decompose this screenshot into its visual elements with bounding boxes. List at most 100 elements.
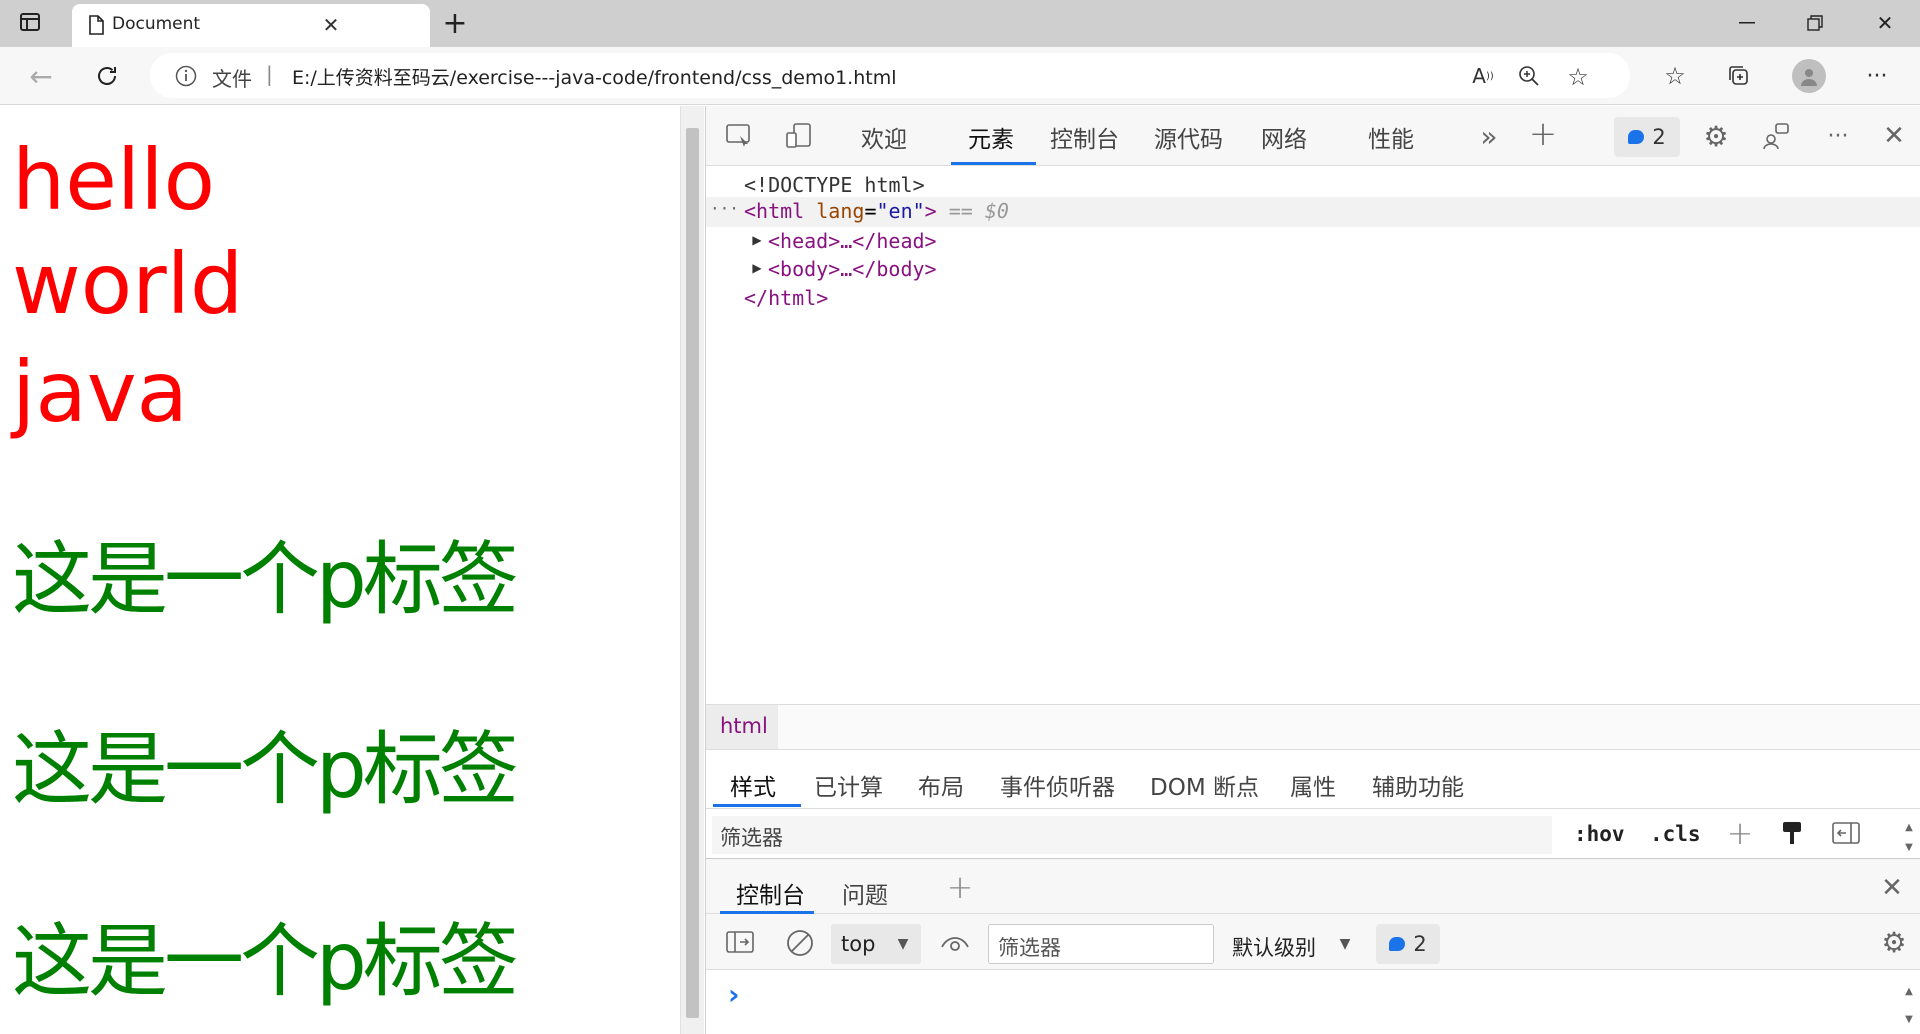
page-content: hello world java 这是一个p标签 这是一个p标签 这是一个p标签	[0, 106, 680, 1034]
p-tag-paragraph: 这是一个p标签	[12, 723, 519, 816]
styles-filter-input[interactable]	[712, 816, 1552, 854]
tab-performance[interactable]: 性能	[1368, 120, 1414, 154]
refresh-icon[interactable]	[92, 61, 122, 91]
issues-count: 2	[1652, 125, 1666, 149]
tab-network[interactable]: 网络	[1261, 120, 1307, 154]
collections-icon[interactable]	[1724, 61, 1754, 91]
back-icon[interactable]: ←	[26, 60, 56, 93]
dom-html-open[interactable]: <html lang="en"> == $0	[744, 199, 1009, 223]
tab-sources[interactable]: 源代码	[1154, 120, 1223, 154]
breadcrumb-html[interactable]: html	[720, 714, 768, 738]
address-bar[interactable]: 文件 | E:/上传资料至码云/exercise---java-code/fro…	[150, 53, 1630, 98]
url-text[interactable]: E:/上传资料至码云/exercise---java-code/frontend…	[292, 63, 897, 90]
scrollbar-thumb[interactable]	[686, 128, 699, 1018]
profile-avatar[interactable]	[1792, 59, 1826, 93]
add-favorite-icon[interactable]: ☆	[1564, 63, 1592, 91]
styles-scroll-down-icon[interactable]: ▼	[1902, 840, 1916, 854]
new-style-rule-icon[interactable]: +	[1724, 814, 1756, 852]
styles-divider	[706, 808, 1920, 809]
add-tab-icon[interactable]: +	[1528, 114, 1558, 154]
address-separator: |	[266, 62, 273, 86]
devtools-more-icon[interactable]: ···	[1822, 120, 1854, 152]
message-bubble-icon	[1389, 937, 1406, 951]
zoom-icon[interactable]	[1516, 63, 1542, 89]
feedback-icon[interactable]	[1760, 120, 1792, 152]
info-icon[interactable]	[174, 64, 198, 88]
active-tab-underline	[951, 162, 1036, 165]
console-scroll-down-icon[interactable]: ▼	[1902, 1012, 1916, 1026]
favorites-icon[interactable]: ☆	[1660, 61, 1690, 91]
new-tab-icon[interactable]: +	[440, 6, 470, 41]
more-menu-icon[interactable]: ···	[1862, 61, 1892, 91]
dom-doctype[interactable]: <!DOCTYPE html>	[744, 173, 925, 197]
devtools-toolbar: 欢迎 元素 控制台 源代码 网络 性能 » + 2 ⚙ ··· ✕	[706, 106, 1920, 166]
hov-button[interactable]: :hov	[1574, 822, 1625, 846]
tab-title: Document	[112, 14, 201, 34]
document-icon	[86, 14, 106, 36]
red-line: hello	[12, 131, 215, 229]
page-scrollbar[interactable]	[680, 106, 704, 1034]
console-scroll-up-icon[interactable]: ▲	[1902, 984, 1916, 998]
inspect-element-icon[interactable]	[724, 122, 754, 150]
context-dropdown-icon: ▼	[897, 936, 909, 952]
console-drawer-header	[706, 858, 1920, 914]
dom-html-close[interactable]: </html>	[744, 286, 828, 310]
console-settings-gear-icon[interactable]: ⚙	[1878, 926, 1910, 959]
tab-accessibility[interactable]: 辅助功能	[1372, 768, 1464, 802]
console-sidebar-icon[interactable]	[724, 928, 756, 956]
dom-body[interactable]: <body>…</body>	[768, 257, 937, 281]
restore-icon[interactable]	[1800, 10, 1830, 36]
expand-head-arrow-icon[interactable]: ▶	[751, 232, 763, 248]
address-bar-row: ← 文件 | E:/上传资料至码云/exercise---java-code/f…	[0, 47, 1920, 105]
device-toolbar-icon[interactable]	[784, 122, 814, 150]
drawer-add-tab-icon[interactable]: +	[944, 868, 976, 906]
styles-scroll-up-icon[interactable]: ▲	[1902, 820, 1916, 834]
console-filter-placeholder: 筛选器	[998, 936, 1061, 960]
sidebar-toggle-icon[interactable]	[18, 10, 42, 34]
context-value: top	[841, 932, 876, 956]
breadcrumb-bar	[706, 704, 1920, 750]
drawer-tab-issues[interactable]: 问题	[842, 876, 888, 910]
log-level-dropdown-icon: ▼	[1339, 936, 1351, 952]
styles-filter-placeholder: 筛选器	[720, 826, 783, 850]
more-tabs-icon[interactable]: »	[1474, 120, 1504, 153]
expand-body-arrow-icon[interactable]: ▶	[751, 260, 763, 276]
issues-badge[interactable]: 2	[1614, 117, 1680, 157]
settings-gear-icon[interactable]: ⚙	[1700, 120, 1732, 153]
tab-layout[interactable]: 布局	[918, 768, 964, 802]
devtools-panel: 欢迎 元素 控制台 源代码 网络 性能 » + 2 ⚙ ··· ✕ <!DOCT…	[705, 106, 1920, 1034]
address-info-label: 文件	[212, 67, 252, 91]
console-issues-count: 2	[1413, 932, 1427, 956]
close-devtools-icon[interactable]: ✕	[1878, 120, 1910, 152]
styles-tab-underline	[713, 804, 801, 807]
drawer-tab-console[interactable]: 控制台	[736, 876, 805, 910]
paint-brush-icon[interactable]	[1778, 818, 1806, 848]
dom-row-dots: ···	[710, 199, 739, 218]
tab-welcome[interactable]: 欢迎	[861, 120, 907, 154]
log-level-selector[interactable]: 默认级别	[1232, 932, 1316, 962]
tab-console[interactable]: 控制台	[1050, 120, 1119, 154]
p-tag-paragraph: 这是一个p标签	[12, 533, 519, 626]
toggle-sidebar-icon[interactable]	[1830, 818, 1862, 848]
console-issues-badge[interactable]: 2	[1376, 924, 1440, 964]
cls-button[interactable]: .cls	[1650, 822, 1701, 846]
console-prompt[interactable]: ›	[728, 978, 740, 1011]
tab-document[interactable]: Document ✕	[72, 4, 430, 47]
red-line: world	[12, 235, 244, 333]
clear-console-icon[interactable]	[784, 928, 816, 958]
tab-elements[interactable]: 元素	[968, 120, 1014, 154]
minimize-icon[interactable]	[1732, 10, 1762, 36]
close-drawer-icon[interactable]: ✕	[1876, 872, 1908, 904]
red-line: java	[12, 343, 188, 441]
p-tag-paragraph: 这是一个p标签	[12, 915, 519, 1008]
read-aloud-icon[interactable]: A))	[1470, 63, 1496, 89]
close-tab-icon[interactable]: ✕	[320, 13, 342, 37]
tab-computed[interactable]: 已计算	[814, 768, 883, 802]
live-expression-eye-icon[interactable]	[938, 928, 972, 958]
tab-properties[interactable]: 属性	[1290, 768, 1336, 802]
dom-head[interactable]: <head>…</head>	[768, 229, 937, 253]
close-window-icon[interactable]: ✕	[1870, 10, 1900, 36]
tab-dom-breakpoints[interactable]: DOM 断点	[1150, 768, 1259, 802]
tab-styles[interactable]: 样式	[730, 768, 776, 802]
tab-event-listeners[interactable]: 事件侦听器	[1000, 768, 1115, 802]
